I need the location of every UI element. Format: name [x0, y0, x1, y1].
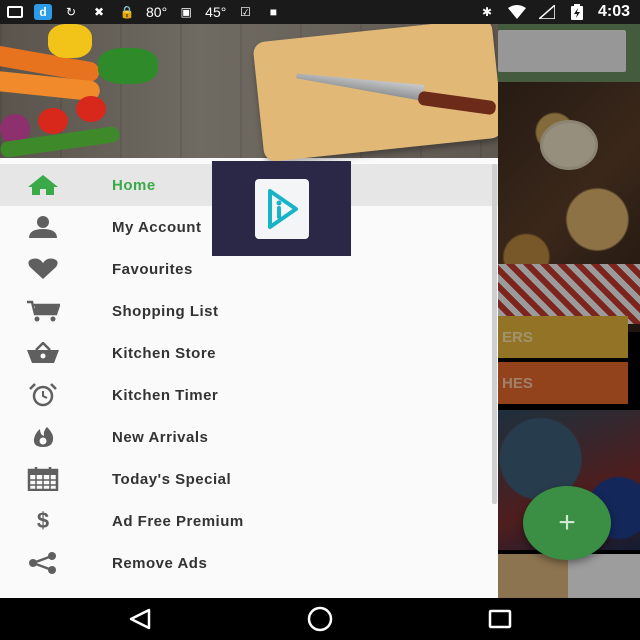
check-box-icon: ☑: [239, 5, 251, 19]
app-logo-overlay[interactable]: [212, 161, 351, 256]
system-navigation-bar: [0, 598, 640, 640]
status-bar: d ↻ ✖ 🔒 80° ▣ 45° ☑ ■ ✱ 4:03: [0, 0, 640, 24]
calendar-icon: [26, 467, 60, 491]
home-button[interactable]: [300, 606, 340, 632]
menu-item-label: Ad Free Premium: [112, 512, 244, 530]
dollar-icon: $: [36, 508, 50, 533]
android-icon: ▣: [180, 5, 192, 19]
drawer-scrollbar[interactable]: [492, 164, 497, 504]
drawer-header-image: [0, 24, 498, 163]
menu-item-remove-ads[interactable]: Remove Ads: [0, 542, 498, 584]
menu-item-label: Home: [112, 176, 156, 194]
menu-item-shopping-list[interactable]: Shopping List: [0, 290, 498, 332]
navigation-drawer: Home My Account Favourites Shopping List…: [0, 24, 498, 598]
cutting-board-image: [252, 24, 498, 163]
briefcase-icon: ■: [269, 5, 277, 19]
tomato-image: [38, 108, 68, 134]
temperature-1: 80°: [146, 4, 168, 20]
menu-item-label: Favourites: [112, 260, 193, 278]
clock: 4:03: [597, 3, 630, 20]
play-logo-icon: [267, 188, 298, 229]
app-logo-card: [254, 178, 309, 239]
bluetooth-icon: ✱: [481, 5, 492, 19]
menu-item-kitchen-store[interactable]: Kitchen Store: [0, 332, 498, 374]
menu-item-label: Shopping List: [112, 302, 219, 320]
menu-item-label: Kitchen Timer: [112, 386, 219, 404]
home-icon: [26, 173, 60, 197]
recents-icon: [488, 609, 512, 629]
back-button[interactable]: [120, 606, 160, 632]
message-icon: [6, 4, 24, 20]
menu-item-new-arrivals[interactable]: New Arrivals: [0, 416, 498, 458]
menu-item-label: Remove Ads: [112, 554, 208, 572]
signal-icon: [538, 4, 556, 20]
cart-icon: [26, 299, 60, 323]
satellite-off-icon: ✖: [93, 5, 105, 19]
menu-item-label: My Account: [112, 218, 202, 236]
wifi-icon: [507, 4, 526, 20]
back-icon: [129, 608, 151, 630]
tomato-image: [76, 96, 106, 122]
battery-charging-icon: [568, 4, 586, 20]
basket-icon: [26, 341, 60, 365]
sync-icon: ↻: [65, 5, 77, 19]
home-circle-icon: [307, 606, 333, 632]
alarm-clock-icon: [26, 383, 60, 407]
lock-icon: 🔒: [119, 5, 135, 19]
temperature-2: 45°: [205, 4, 227, 20]
share-icon: [26, 551, 60, 575]
heart-icon: [26, 257, 60, 281]
add-fab-button[interactable]: +: [523, 486, 611, 560]
menu-item-label: Today's Special: [112, 470, 232, 488]
menu-item-ad-free-premium[interactable]: $ Ad Free Premium: [0, 500, 498, 542]
menu-item-label: Kitchen Store: [112, 344, 217, 362]
d-app-icon: d: [34, 4, 52, 20]
menu-item-label: New Arrivals: [112, 428, 209, 446]
menu-item-todays-special[interactable]: Today's Special: [0, 458, 498, 500]
menu-item-kitchen-timer[interactable]: Kitchen Timer: [0, 374, 498, 416]
recents-button[interactable]: [480, 606, 520, 632]
yellow-pepper-image: [48, 24, 92, 58]
person-icon: [26, 215, 60, 239]
flame-icon: [26, 425, 60, 449]
green-pepper-image: [98, 48, 158, 84]
